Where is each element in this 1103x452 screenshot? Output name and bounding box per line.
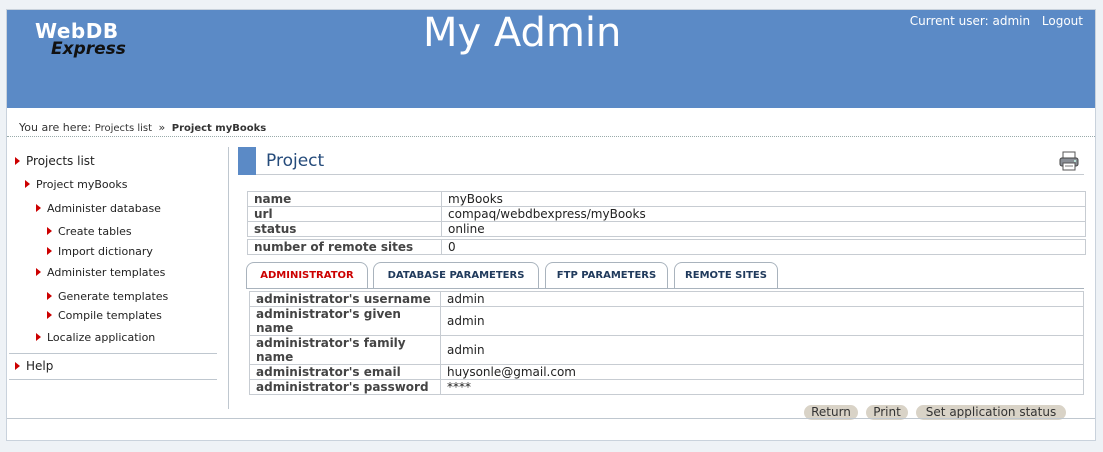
table-row: name myBooks bbox=[247, 191, 1086, 207]
property-value: **** bbox=[440, 379, 1084, 395]
property-key: administrator's username bbox=[249, 291, 441, 307]
sidebar-item-label: Administer database bbox=[47, 202, 161, 215]
property-value: myBooks bbox=[441, 191, 1086, 207]
sidebar-divider bbox=[9, 353, 217, 354]
arrow-right-icon bbox=[47, 227, 52, 235]
sidebar: Projects list Project myBooks Administer… bbox=[7, 147, 229, 409]
property-value: online bbox=[441, 221, 1086, 237]
sidebar-item-label: Help bbox=[26, 359, 54, 373]
current-user-label: Current user: admin bbox=[909, 14, 1031, 28]
app-frame: WebDB Express My Admin Current user: adm… bbox=[6, 9, 1096, 441]
remote-sites-table: number of remote sites 0 bbox=[247, 239, 1086, 255]
property-key: administrator's email bbox=[249, 364, 441, 380]
breadcrumb-divider bbox=[7, 136, 1095, 137]
logout-link[interactable]: Logout bbox=[1042, 14, 1083, 28]
arrow-right-icon bbox=[25, 180, 30, 188]
arrow-right-icon bbox=[15, 156, 20, 165]
property-key: administrator's family name bbox=[249, 335, 441, 365]
sidebar-item-label: Administer templates bbox=[47, 266, 166, 279]
user-bar: Current user: admin Logout bbox=[902, 14, 1083, 28]
tab-remote-sites[interactable]: REMOTE SITES bbox=[674, 262, 778, 289]
sidebar-item-generate-templates[interactable]: Generate templates bbox=[47, 290, 168, 303]
section-header: Project bbox=[238, 147, 1084, 175]
property-key: administrator's given name bbox=[249, 306, 441, 336]
property-key: name bbox=[247, 191, 442, 207]
breadcrumb-current: Project myBooks bbox=[171, 123, 267, 134]
tab-database-parameters[interactable]: DATABASE PARAMETERS bbox=[373, 262, 539, 289]
sidebar-item-administer-templates[interactable]: Administer templates bbox=[36, 266, 165, 279]
sidebar-item-label: Projects list bbox=[26, 154, 95, 168]
arrow-right-icon bbox=[47, 247, 52, 255]
sidebar-item-label: Project myBooks bbox=[36, 178, 128, 191]
tab-administrator[interactable]: ADMINISTRATOR bbox=[246, 262, 368, 289]
sidebar-item-label: Compile templates bbox=[58, 309, 162, 322]
sidebar-divider bbox=[9, 379, 217, 380]
logo-line2: Express bbox=[51, 39, 126, 59]
property-value: admin bbox=[440, 335, 1084, 365]
tab-ftp-parameters[interactable]: FTP PARAMETERS bbox=[545, 262, 668, 289]
table-row: administrator's username admin bbox=[249, 291, 1084, 307]
property-value: admin bbox=[440, 306, 1084, 336]
app-title: My Admin bbox=[423, 10, 622, 56]
sidebar-item-label: Import dictionary bbox=[58, 245, 153, 258]
printer-icon[interactable] bbox=[1058, 150, 1080, 172]
sidebar-item-label: Generate templates bbox=[58, 290, 169, 303]
section-title: Project bbox=[266, 151, 325, 171]
webdb-logo[interactable]: WebDB Express bbox=[35, 19, 145, 59]
arrow-right-icon bbox=[36, 268, 41, 276]
sidebar-item-compile-templates[interactable]: Compile templates bbox=[47, 309, 162, 322]
arrow-right-icon bbox=[36, 204, 41, 212]
administrator-table: administrator's username admin administr… bbox=[249, 291, 1084, 395]
sidebar-item-administer-database[interactable]: Administer database bbox=[36, 202, 161, 215]
footer-divider bbox=[7, 418, 1095, 419]
arrow-right-icon bbox=[36, 333, 41, 341]
property-value: compaq/webdbexpress/myBooks bbox=[441, 206, 1086, 222]
breadcrumb-separator: » bbox=[158, 121, 166, 134]
property-key: administrator's password bbox=[249, 379, 441, 395]
property-value: admin bbox=[440, 291, 1084, 307]
arrow-right-icon bbox=[15, 361, 20, 370]
sidebar-item-label: Create tables bbox=[58, 225, 132, 238]
table-row: administrator's email huysonle@gmail.com bbox=[249, 364, 1084, 380]
sidebar-item-localize-application[interactable]: Localize application bbox=[36, 331, 155, 344]
sidebar-item-label: Localize application bbox=[47, 331, 156, 344]
property-key: url bbox=[247, 206, 442, 222]
property-value: huysonle@gmail.com bbox=[440, 364, 1084, 380]
sidebar-item-help[interactable]: Help bbox=[15, 359, 53, 373]
breadcrumb: You are here: Projects list » Project my… bbox=[19, 121, 266, 134]
breadcrumb-prefix: You are here: bbox=[19, 121, 92, 134]
property-key: status bbox=[247, 221, 442, 237]
table-row: number of remote sites 0 bbox=[247, 239, 1086, 255]
sidebar-item-create-tables[interactable]: Create tables bbox=[47, 225, 132, 238]
tab-panel-border bbox=[246, 288, 1084, 289]
section-accent-bar bbox=[238, 147, 256, 175]
breadcrumb-projects-list-link[interactable]: Projects list bbox=[95, 123, 152, 134]
table-row: administrator's family name admin bbox=[249, 335, 1084, 365]
table-row: url compaq/webdbexpress/myBooks bbox=[247, 206, 1086, 222]
table-row: administrator's given name admin bbox=[249, 306, 1084, 336]
header: WebDB Express My Admin Current user: adm… bbox=[7, 10, 1095, 108]
property-value: 0 bbox=[441, 239, 1086, 255]
arrow-right-icon bbox=[47, 311, 52, 319]
arrow-right-icon bbox=[47, 292, 52, 300]
project-properties-table: name myBooks url compaq/webdbexpress/myB… bbox=[247, 191, 1086, 237]
sidebar-item-projects-list[interactable]: Projects list bbox=[15, 154, 95, 168]
sidebar-item-project-mybooks[interactable]: Project myBooks bbox=[25, 178, 127, 191]
table-row: status online bbox=[247, 221, 1086, 237]
property-key: number of remote sites bbox=[247, 239, 442, 255]
table-row: administrator's password **** bbox=[249, 379, 1084, 395]
sidebar-item-import-dictionary[interactable]: Import dictionary bbox=[47, 245, 153, 258]
